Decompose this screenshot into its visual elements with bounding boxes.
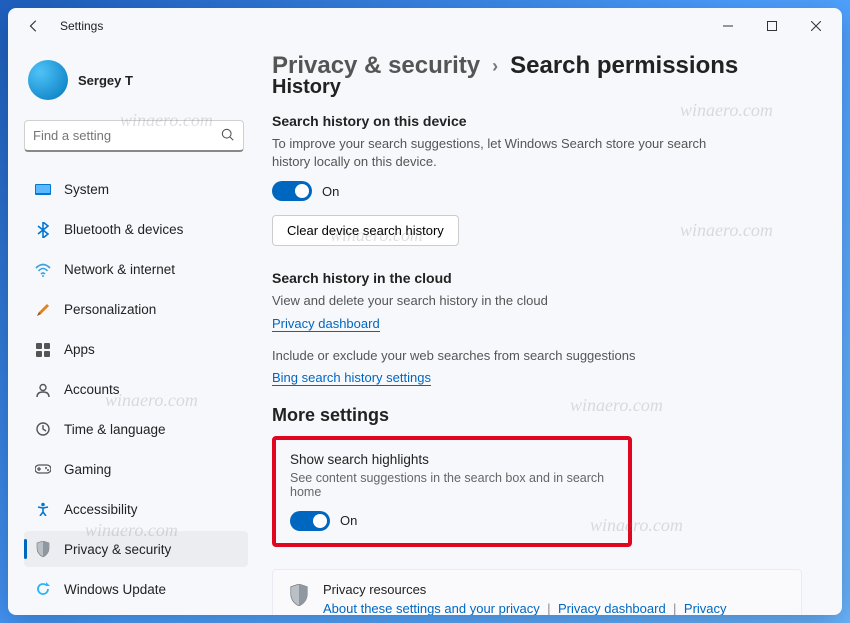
update-icon	[34, 580, 52, 598]
bing-history-link[interactable]: Bing search history settings	[272, 370, 431, 386]
history-device-desc: To improve your search suggestions, let …	[272, 135, 732, 171]
nav-gaming[interactable]: Gaming	[24, 451, 248, 487]
nav-label: Windows Update	[64, 582, 166, 597]
nav-update[interactable]: Windows Update	[24, 571, 248, 607]
privacy-resources-box: Privacy resources About these settings a…	[272, 569, 802, 615]
window-title: Settings	[60, 19, 103, 33]
nav-personalization[interactable]: Personalization	[24, 292, 248, 328]
history-cloud-desc: View and delete your search history in t…	[272, 292, 732, 310]
nav-label: Time & language	[64, 422, 166, 437]
privacy-dashboard-link[interactable]: Privacy dashboard	[272, 316, 380, 332]
nav-label: Apps	[64, 342, 95, 357]
highlights-callout: Show search highlights See content sugge…	[272, 436, 632, 547]
search-box[interactable]	[24, 120, 244, 152]
highlights-toggle-label: On	[340, 513, 357, 528]
nav-apps[interactable]: Apps	[24, 332, 248, 368]
nav-label: Bluetooth & devices	[64, 222, 183, 237]
bluetooth-icon	[34, 221, 52, 239]
gaming-icon	[34, 460, 52, 478]
maximize-icon	[767, 21, 777, 31]
history-toggle-label: On	[322, 184, 339, 199]
apps-icon	[34, 341, 52, 359]
nav-time[interactable]: Time & language	[24, 411, 248, 447]
back-button[interactable]	[20, 12, 48, 40]
arrow-left-icon	[27, 19, 41, 33]
nav-network[interactable]: Network & internet	[24, 252, 248, 288]
nav-label: Network & internet	[64, 262, 175, 277]
minimize-button[interactable]	[706, 10, 750, 42]
nav-label: Gaming	[64, 462, 111, 477]
sidebar: Sergey T System Bluetooth & devices Netw…	[8, 44, 256, 615]
nav-accessibility[interactable]: Accessibility	[24, 491, 248, 527]
chevron-right-icon: ›	[492, 56, 498, 77]
shield-icon	[34, 540, 52, 558]
clock-icon	[34, 420, 52, 438]
nav-label: Privacy & security	[64, 542, 171, 557]
user-name: Sergey T	[78, 73, 133, 88]
resources-title: Privacy resources	[323, 582, 785, 597]
close-button[interactable]	[794, 10, 838, 42]
settings-window: Settings Sergey T System Bluetooth & dev…	[8, 8, 842, 615]
nav-label: System	[64, 182, 109, 197]
privacy-dashboard-link-2[interactable]: Privacy dashboard	[558, 601, 666, 615]
history-device-title: Search history on this device	[272, 113, 802, 129]
highlights-toggle[interactable]	[290, 511, 330, 531]
titlebar: Settings	[8, 8, 842, 44]
history-toggle[interactable]	[272, 181, 312, 201]
nav-bluetooth[interactable]: Bluetooth & devices	[24, 212, 248, 248]
brush-icon	[34, 301, 52, 319]
shield-icon	[289, 584, 309, 606]
include-exclude-desc: Include or exclude your web searches fro…	[272, 347, 732, 365]
avatar	[28, 60, 68, 100]
minimize-icon	[723, 21, 733, 31]
history-cloud-title: Search history in the cloud	[272, 270, 802, 286]
nav-label: Personalization	[64, 302, 156, 317]
wifi-icon	[34, 261, 52, 279]
highlights-title: Show search highlights	[290, 452, 614, 467]
content-pane[interactable]: Privacy & security › Search permissions …	[256, 44, 842, 615]
person-icon	[34, 381, 52, 399]
close-icon	[811, 21, 821, 31]
search-input[interactable]	[33, 128, 221, 143]
nav-system[interactable]: System	[24, 172, 248, 208]
nav-privacy[interactable]: Privacy & security	[24, 531, 248, 567]
maximize-button[interactable]	[750, 10, 794, 42]
profile[interactable]: Sergey T	[24, 52, 248, 116]
more-settings-heading: More settings	[272, 405, 802, 426]
clear-history-button[interactable]: Clear device search history	[272, 215, 459, 246]
nav-accounts[interactable]: Accounts	[24, 372, 248, 408]
system-icon	[34, 181, 52, 199]
breadcrumb: Privacy & security › Search permissions	[272, 52, 802, 80]
highlights-desc: See content suggestions in the search bo…	[290, 471, 614, 499]
accessibility-icon	[34, 500, 52, 518]
nav-label: Accounts	[64, 382, 120, 397]
about-settings-link[interactable]: About these settings and your privacy	[323, 601, 540, 615]
breadcrumb-current: Search permissions	[510, 52, 738, 80]
nav-label: Accessibility	[64, 502, 138, 517]
search-icon	[221, 128, 235, 142]
